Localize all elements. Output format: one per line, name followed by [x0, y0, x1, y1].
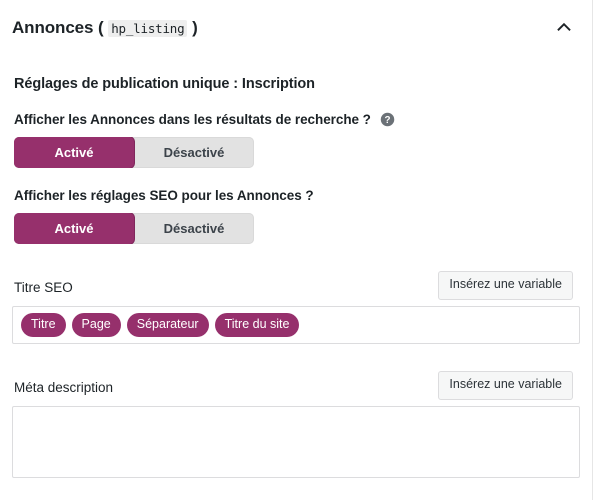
page-title: Annonces ( hp_listing )	[12, 18, 198, 38]
panel-body: Réglages de publication unique : Inscrip…	[0, 76, 592, 478]
section-heading: Réglages de publication unique : Inscrip…	[14, 76, 315, 92]
help-circle-icon[interactable]: ?	[380, 112, 395, 127]
seo-title-tag[interactable]: Titre	[21, 313, 66, 337]
meta-description-block: Méta description Insérez une variable	[12, 370, 580, 478]
toggle-group-seo-settings[interactable]: Activé Désactivé	[14, 213, 254, 244]
seo-title-head: Titre SEO Insérez une variable	[12, 270, 580, 300]
seo-title-input[interactable]: Titre Page Séparateur Titre du site	[12, 306, 580, 344]
meta-description-textarea[interactable]	[12, 405, 580, 478]
toggle-seo-settings-on[interactable]: Activé	[14, 213, 134, 244]
panel-title-text: Annonces	[12, 18, 94, 37]
panel-title-close-paren: )	[192, 18, 198, 37]
seo-title-tag[interactable]: Titre du site	[214, 313, 300, 337]
post-type-slug-badge: hp_listing	[108, 20, 188, 37]
toggle-group-search-results[interactable]: Activé Désactivé	[14, 137, 254, 168]
seo-title-block: Titre SEO Insérez une variable Titre Pag…	[12, 270, 580, 344]
settings-panel: Annonces ( hp_listing ) Réglages de publ…	[0, 0, 593, 500]
field-search-results: Afficher les Annonces dans les résultats…	[14, 112, 580, 127]
field-label-search-results: Afficher les Annonces dans les résultats…	[14, 112, 371, 127]
insert-variable-button-meta-description[interactable]: Insérez une variable	[438, 370, 573, 400]
meta-description-head: Méta description Insérez une variable	[12, 370, 580, 400]
toggle-search-results-off[interactable]: Désactivé	[134, 137, 254, 168]
meta-description-label: Méta description	[14, 379, 114, 395]
seo-title-tag[interactable]: Page	[71, 313, 121, 337]
svg-text:?: ?	[384, 115, 390, 126]
seo-title-label: Titre SEO	[14, 280, 73, 295]
panel-collapse-button[interactable]	[550, 14, 578, 42]
insert-variable-button-seo-title[interactable]: Insérez une variable	[438, 271, 573, 300]
chevron-up-icon	[556, 19, 572, 38]
seo-title-tag[interactable]: Séparateur	[126, 313, 209, 337]
field-label-seo-settings: Afficher les réglages SEO pour les Annon…	[14, 188, 314, 203]
toggle-seo-settings-off[interactable]: Désactivé	[134, 213, 254, 244]
toggle-search-results-on[interactable]: Activé	[14, 137, 134, 168]
field-seo-settings: Afficher les réglages SEO pour les Annon…	[14, 188, 580, 203]
panel-header: Annonces ( hp_listing )	[0, 0, 592, 44]
